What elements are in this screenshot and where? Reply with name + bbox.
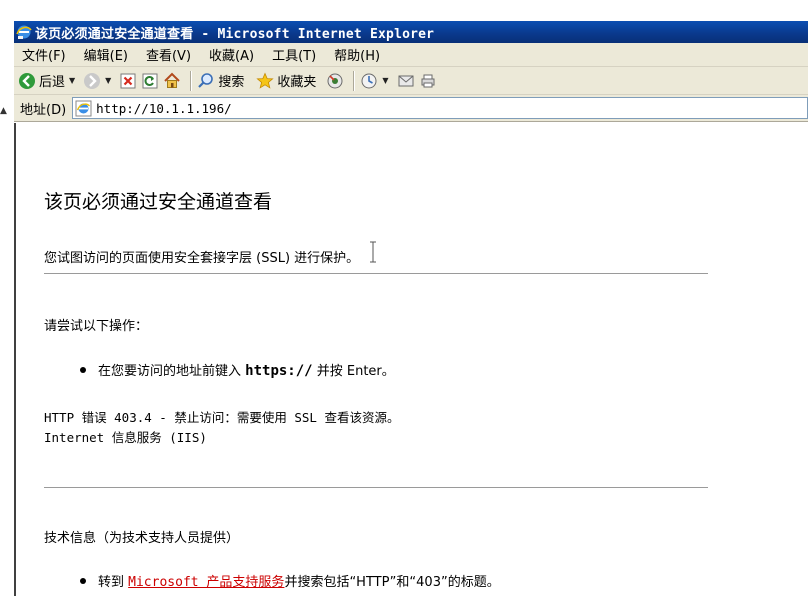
edge-caret-icon: ▲ [0,106,7,116]
bullet-icon [80,578,86,584]
divider [44,273,708,274]
star-icon [256,71,274,90]
support-link[interactable]: Microsoft 产品支持服务 [128,571,284,590]
toolbar-separator [190,70,193,91]
refresh-button[interactable] [141,69,159,93]
print-icon [419,72,437,90]
internet-explorer-icon [16,24,32,40]
back-dropdown-icon[interactable]: ▼ [69,76,75,85]
media-button[interactable] [326,69,344,93]
favorites-button[interactable]: 收藏夹 [256,69,316,93]
home-icon [163,72,181,90]
iis-line: Internet 信息服务 (IIS) [44,430,207,445]
bullet1-pre: 在您要访问的地址前键入 [98,364,242,379]
search-icon [197,72,215,90]
menu-favorites[interactable]: 收藏(A) [209,45,254,64]
page-heading: 该页必须通过安全通道查看 [44,191,273,213]
refresh-icon [141,72,159,90]
forward-button[interactable]: ▼ [83,69,115,93]
back-arrow-icon [18,72,36,90]
text-cursor-icon [370,241,376,263]
mail-icon [397,72,415,90]
list-item: 在您要访问的地址前键入 https:// 并按 Enter。 [80,360,395,379]
back-label: 后退 [39,75,66,90]
address-input[interactable] [96,100,597,116]
menu-file[interactable]: 文件(F) [22,45,66,64]
menu-view[interactable]: 查看(V) [146,45,191,64]
search-button[interactable]: 搜索 [197,69,244,93]
window-title: 该页必须通过安全通道查看 - Microsoft Internet Explor… [35,26,435,42]
bullet-icon [80,367,86,373]
try-heading: 请尝试以下操作： [44,319,149,334]
https-code: https:// [245,363,313,379]
home-button[interactable] [163,69,181,93]
stop-button[interactable] [119,69,137,93]
error-line: HTTP 错误 403.4 - 禁止访问：需要使用 SSL 查看该资源。 [44,410,400,425]
mail-button[interactable] [397,69,415,93]
history-button[interactable]: ▼ [360,69,392,93]
address-field[interactable] [72,97,808,119]
stop-icon [119,72,137,90]
print-button[interactable] [419,69,437,93]
address-label: 地址(D) [20,102,67,118]
address-bar: 地址(D) [14,95,808,122]
list-item: 转到 Microsoft 产品支持服务 并搜索包括“HTTP”和“403”的标题… [80,571,500,590]
menu-edit[interactable]: 编辑(E) [84,45,128,64]
standard-toolbar: 后退 ▼ ▼ 搜索 收藏夹 ▼ [14,67,808,95]
divider [44,487,708,488]
tech-heading: 技术信息（为技术支持人员提供） [44,531,240,546]
favorites-label: 收藏夹 [277,75,317,90]
title-bar[interactable]: 该页必须通过安全通道查看 - Microsoft Internet Explor… [14,21,808,43]
bullet2-post: 并搜索包括“HTTP”和“403”的标题。 [284,575,500,590]
menu-tools[interactable]: 工具(T) [272,45,316,64]
toolbar-separator [353,70,356,91]
menu-help[interactable]: 帮助(H) [334,45,380,64]
page-icon [75,100,92,117]
browser-screen: 该页必须通过安全通道查看 - Microsoft Internet Explor… [0,0,808,596]
forward-arrow-icon [83,72,101,90]
back-button[interactable]: 后退 ▼ [18,69,79,93]
history-icon [360,72,378,90]
history-dropdown-icon[interactable]: ▼ [382,76,388,85]
forward-dropdown-icon[interactable]: ▼ [105,76,111,85]
search-label: 搜索 [218,75,245,90]
page-content: 该页必须通过安全通道查看 您试图访问的页面使用安全套接字层 (SSL) 进行保护… [14,123,808,596]
intro-text: 您试图访问的页面使用安全套接字层 (SSL) 进行保护。 [44,251,360,266]
menu-bar: 文件(F) 编辑(E) 查看(V) 收藏(A) 工具(T) 帮助(H) [14,43,808,67]
bullet2-pre: 转到 [98,575,125,590]
bullet1-post: 并按 Enter。 [316,364,395,379]
media-icon [326,72,344,90]
